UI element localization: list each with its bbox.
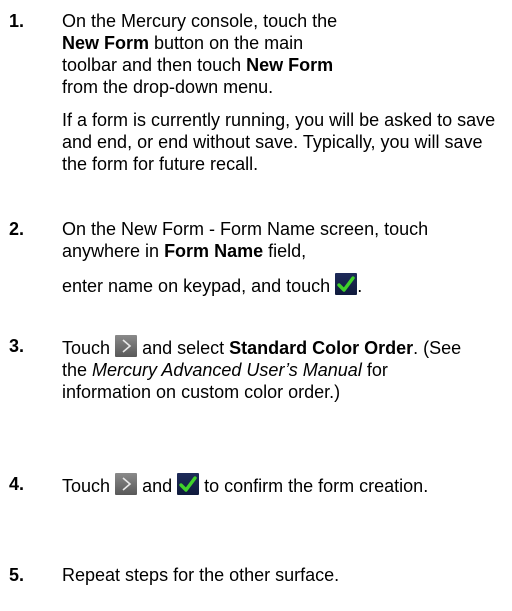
step-1-paragraph-1: On the Mercury console, touch the New Fo… (62, 11, 338, 97)
standard-color-order-label: Standard Color Order (229, 338, 414, 358)
step-text: Repeat steps for the other surface. (62, 565, 340, 585)
step-1-paragraph-2: If a form is currently running, you will… (62, 110, 496, 174)
chevron-right-icon (115, 335, 138, 357)
new-form-label: New Form (246, 55, 334, 75)
step-number: 5. (9, 565, 25, 585)
new-form-label: New Form (62, 33, 150, 53)
step-number: 4. (9, 474, 25, 494)
checkmark-icon (177, 473, 200, 495)
step-number: 1. (9, 11, 25, 31)
step-text: On the Mercury console, touch the New Fo… (62, 10, 502, 175)
step-text: On the New Form - Form Name screen, touc… (62, 219, 429, 296)
step-number: 2. (9, 219, 25, 239)
checkmark-icon (335, 273, 358, 295)
manual-title: Mercury Advanced User’s Manual (92, 360, 362, 380)
form-name-label: Form Name (164, 241, 264, 261)
step-text: Touch and to confirm the form creation. (62, 473, 472, 497)
step-number: 3. (9, 336, 25, 356)
chevron-right-icon (115, 473, 138, 495)
step-text: Touch and select Standard Color Order. (… (62, 335, 472, 403)
